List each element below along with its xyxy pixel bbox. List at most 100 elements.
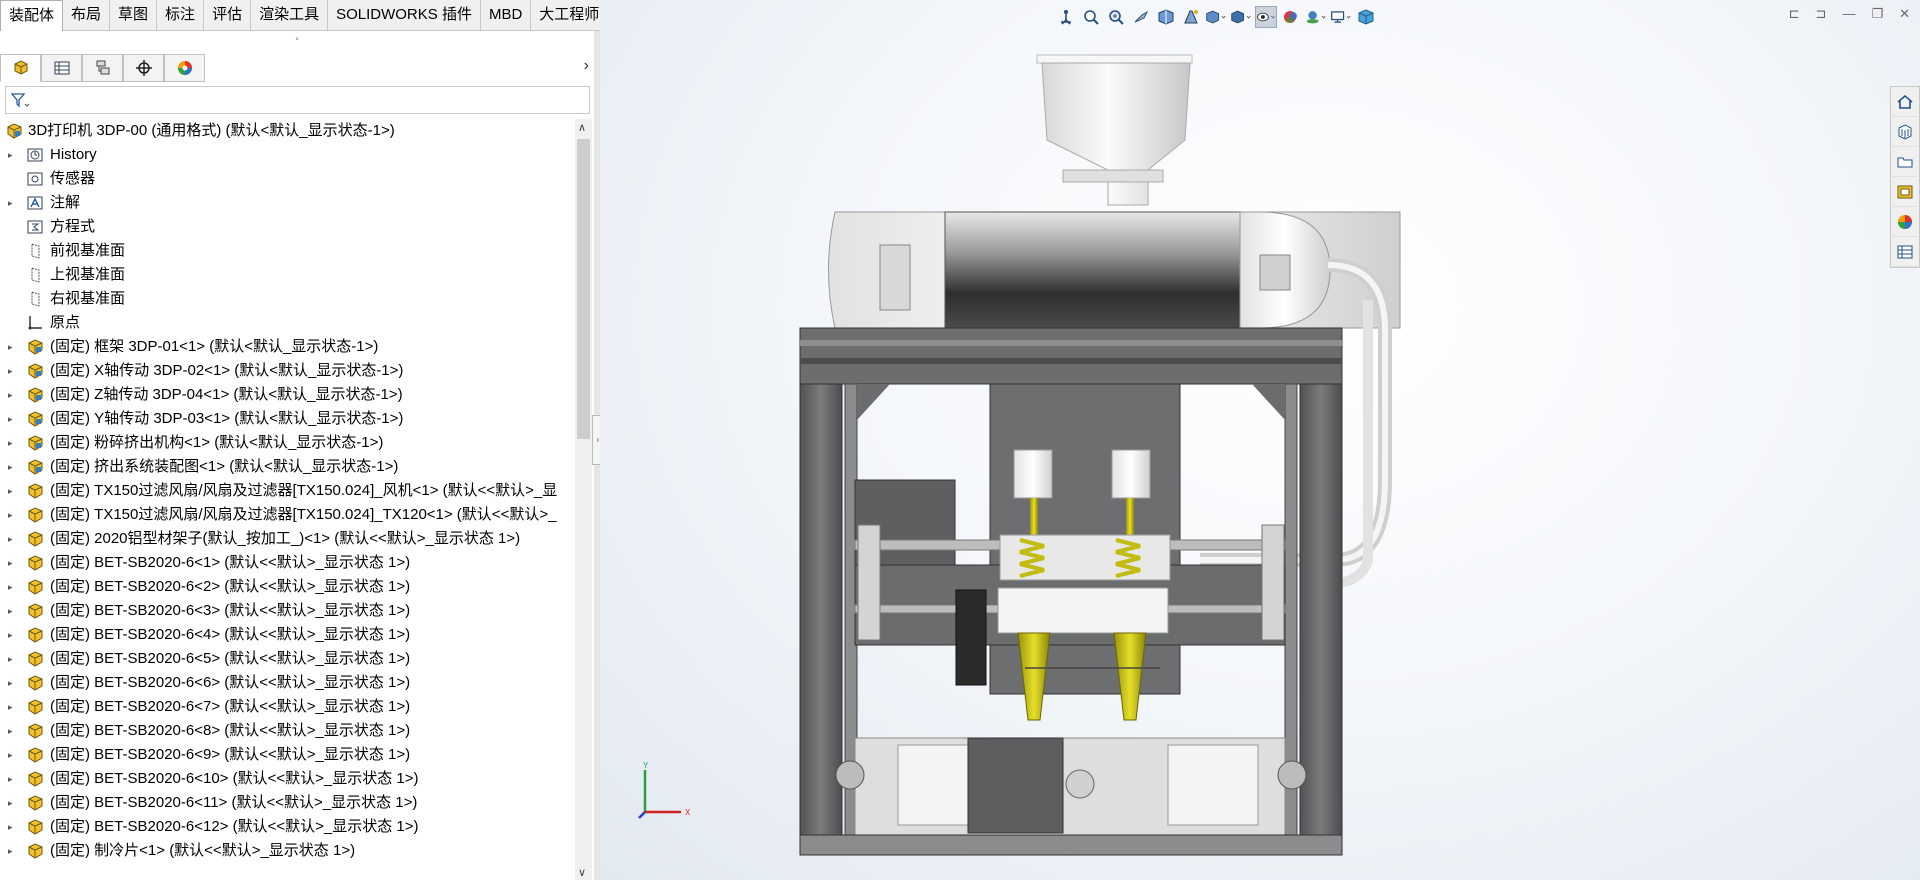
ribbon-tab[interactable]: MBD <box>481 0 532 31</box>
history-icon <box>27 147 44 163</box>
tree-item[interactable]: ▸ (固定) BET-SB2020-6<3> (默认<<默认>_显示状态 1>) <box>0 599 574 623</box>
view-palette-icon[interactable] <box>1892 177 1918 207</box>
tree-root-label: 3D打印机 3DP-00 (通用格式) (默认<默认_显示状态-1>) <box>28 122 395 139</box>
tree-filter-field[interactable] <box>5 86 590 114</box>
ribbon-tab[interactable]: 草图 <box>110 0 158 31</box>
feature-manager-tab[interactable] <box>0 54 41 82</box>
tree-item[interactable]: 右视基准面 <box>0 287 574 311</box>
tree-item[interactable]: ▸ (固定) 挤出系统装配图<1> (默认<默认_显示状态-1>) <box>0 455 574 479</box>
tree-item[interactable]: ▸ (固定) BET-SB2020-6<6> (默认<<默认>_显示状态 1>) <box>0 671 574 695</box>
expand-arrow-icon[interactable]: ▸ <box>8 359 18 383</box>
expand-arrow-icon[interactable]: ▸ <box>8 335 18 359</box>
scroll-up-arrow-icon[interactable]: ∧ <box>578 121 586 134</box>
expand-arrow-icon[interactable]: ▸ <box>8 551 18 575</box>
tree-item-label: (固定) TX150过滤风扇/风扇及过滤器[TX150.024]_TX120<1… <box>50 506 557 523</box>
printer-assembly-model[interactable] <box>600 0 1920 880</box>
tree-item[interactable]: ▸ (固定) 制冷片<1> (默认<<默认>_显示状态 1>) <box>0 839 574 863</box>
tree-item[interactable]: 传感器 <box>0 167 574 191</box>
expand-arrow-icon[interactable]: ▸ <box>8 743 18 767</box>
expand-arrow-icon[interactable]: ▸ <box>8 719 18 743</box>
expand-arrow-icon[interactable]: ▸ <box>8 191 18 215</box>
triad-y-label: Y <box>643 761 649 770</box>
tree-item[interactable]: ▸ (固定) BET-SB2020-6<8> (默认<<默认>_显示状态 1>) <box>0 719 574 743</box>
tree-item[interactable]: ▸ (固定) 框架 3DP-01<1> (默认<默认_显示状态-1>) <box>0 335 574 359</box>
feature-manager-icon <box>14 60 27 75</box>
tree-item[interactable]: ▸ (固定) X轴传动 3DP-02<1> (默认<默认_显示状态-1>) <box>0 359 574 383</box>
assembly-icon <box>27 387 44 403</box>
ribbon-tab[interactable]: 渲染工具 <box>251 0 329 31</box>
graphics-area[interactable]: ⊏ ⊐ — ❐ ✕ Y X <box>600 0 1920 880</box>
tree-item[interactable]: 前视基准面 <box>0 239 574 263</box>
tree-vertical-scrollbar[interactable]: ∧ ∨ <box>575 119 592 880</box>
tree-item[interactable]: 上视基准面 <box>0 263 574 287</box>
expand-arrow-icon[interactable]: ▸ <box>8 623 18 647</box>
ribbon-tab[interactable]: 标注 <box>157 0 205 31</box>
tree-item[interactable]: ▸ (固定) BET-SB2020-6<10> (默认<<默认>_显示状态 1>) <box>0 767 574 791</box>
expand-arrow-icon[interactable]: ▸ <box>8 791 18 815</box>
tree-item[interactable]: ▸ (固定) TX150过滤风扇/风扇及过滤器[TX150.024]_TX120<… <box>0 503 574 527</box>
expand-arrow-icon[interactable]: ▸ <box>8 767 18 791</box>
expand-arrow-icon[interactable]: ▸ <box>8 839 18 863</box>
property-manager-tab[interactable] <box>41 54 82 82</box>
expand-arrow-icon[interactable]: ▸ <box>8 695 18 719</box>
tree-item[interactable]: ▸ 注解 <box>0 191 574 215</box>
solidworks-window: 装配体 布局 草图 标注 评估 渲染工具 SOLIDWORKS 插件 MBD 大工程师 ° › <box>0 0 1920 880</box>
tree-item-label: 传感器 <box>50 170 96 187</box>
tree-item[interactable]: 原点 <box>0 311 574 335</box>
tree-root-assembly[interactable]: 3D打印机 3DP-00 (通用格式) (默认<默认_显示状态-1>) <box>0 119 574 143</box>
ribbon-tab[interactable]: 布局 <box>63 0 111 31</box>
tree-item[interactable]: ▸ (固定) BET-SB2020-6<4> (默认<<默认>_显示状态 1>) <box>0 623 574 647</box>
tree-item[interactable]: ▸ History <box>0 143 574 167</box>
dimxpert-tab[interactable] <box>123 54 164 82</box>
custom-properties-icon[interactable] <box>1892 237 1918 267</box>
scroll-down-arrow-icon[interactable]: ∨ <box>578 866 586 879</box>
assembly-icon <box>27 435 44 451</box>
configuration-manager-tab[interactable] <box>82 54 123 82</box>
tree-item[interactable]: 方程式 <box>0 215 574 239</box>
tree-item[interactable]: ▸ (固定) TX150过滤风扇/风扇及过滤器[TX150.024]_风机<1> … <box>0 479 574 503</box>
tree-item-label: (固定) 2020铝型材架子(默认_按加工_)<1> (默认<<默认>_显示状态… <box>50 530 521 547</box>
tree-item[interactable]: ▸ (固定) BET-SB2020-6<11> (默认<<默认>_显示状态 1>) <box>0 791 574 815</box>
ribbon-tab[interactable]: 评估 <box>204 0 252 31</box>
file-explorer-icon[interactable] <box>1892 147 1918 177</box>
expand-arrow-icon[interactable]: ▸ <box>8 503 18 527</box>
expand-arrow-icon[interactable]: ▸ <box>8 455 18 479</box>
expand-arrow-icon[interactable]: ▸ <box>8 383 18 407</box>
tree-item[interactable]: ▸ (固定) Y轴传动 3DP-03<1> (默认<默认_显示状态-1>) <box>0 407 574 431</box>
expand-arrow-icon[interactable]: ▸ <box>8 143 18 167</box>
home-icon[interactable] <box>1892 87 1918 117</box>
appearances-icon[interactable] <box>1892 207 1918 237</box>
expand-arrow-icon[interactable]: ▸ <box>8 407 18 431</box>
display-manager-tab[interactable] <box>164 54 205 82</box>
dimxpert-icon <box>135 60 152 76</box>
tree-item[interactable]: ▸ (固定) Z轴传动 3DP-04<1> (默认<默认_显示状态-1>) <box>0 383 574 407</box>
panel-tabs-more-arrow[interactable]: › <box>584 57 589 75</box>
ribbon-tab[interactable]: 大工程师 <box>531 0 609 31</box>
expand-arrow-icon[interactable]: ▸ <box>8 671 18 695</box>
tree-item[interactable]: ▸ (固定) BET-SB2020-6<9> (默认<<默认>_显示状态 1>) <box>0 743 574 767</box>
expand-arrow-icon[interactable]: ▸ <box>8 479 18 503</box>
tree-item[interactable]: ▸ (固定) BET-SB2020-6<7> (默认<<默认>_显示状态 1>) <box>0 695 574 719</box>
filter-icon <box>10 93 30 108</box>
ribbon-tab[interactable]: SOLIDWORKS 插件 <box>328 0 481 31</box>
tree-item[interactable]: ▸ (固定) BET-SB2020-6<1> (默认<<默认>_显示状态 1>) <box>0 551 574 575</box>
panel-grip[interactable]: ° <box>0 31 594 51</box>
vertical-scroll-thumb[interactable] <box>577 139 590 439</box>
tree-item[interactable]: ▸ (固定) BET-SB2020-6<2> (默认<<默认>_显示状态 1>) <box>0 575 574 599</box>
part-icon <box>27 843 44 859</box>
expand-arrow-icon[interactable]: ▸ <box>8 647 18 671</box>
ribbon-tab[interactable]: 装配体 <box>0 0 64 31</box>
tree-item[interactable]: ▸ (固定) BET-SB2020-6<5> (默认<<默认>_显示状态 1>) <box>0 647 574 671</box>
tree-item[interactable]: ▸ (固定) 2020铝型材架子(默认_按加工_)<1> (默认<<默认>_显示状… <box>0 527 574 551</box>
expand-arrow-icon[interactable]: ▸ <box>8 527 18 551</box>
tree-item[interactable]: ▸ (固定) 粉碎挤出机构<1> (默认<默认_显示状态-1>) <box>0 431 574 455</box>
expand-arrow-icon[interactable]: ▸ <box>8 599 18 623</box>
design-library-icon[interactable] <box>1892 117 1918 147</box>
expand-arrow-icon[interactable]: ▸ <box>8 815 18 839</box>
expand-arrow-icon[interactable]: ▸ <box>8 431 18 455</box>
part-icon <box>27 795 44 811</box>
expand-arrow-icon[interactable]: ▸ <box>8 575 18 599</box>
assembly-icon <box>27 459 44 475</box>
tree-item-label: (固定) Y轴传动 3DP-03<1> (默认<默认_显示状态-1>) <box>50 410 404 427</box>
tree-item[interactable]: ▸ (固定) BET-SB2020-6<12> (默认<<默认>_显示状态 1>) <box>0 815 574 839</box>
